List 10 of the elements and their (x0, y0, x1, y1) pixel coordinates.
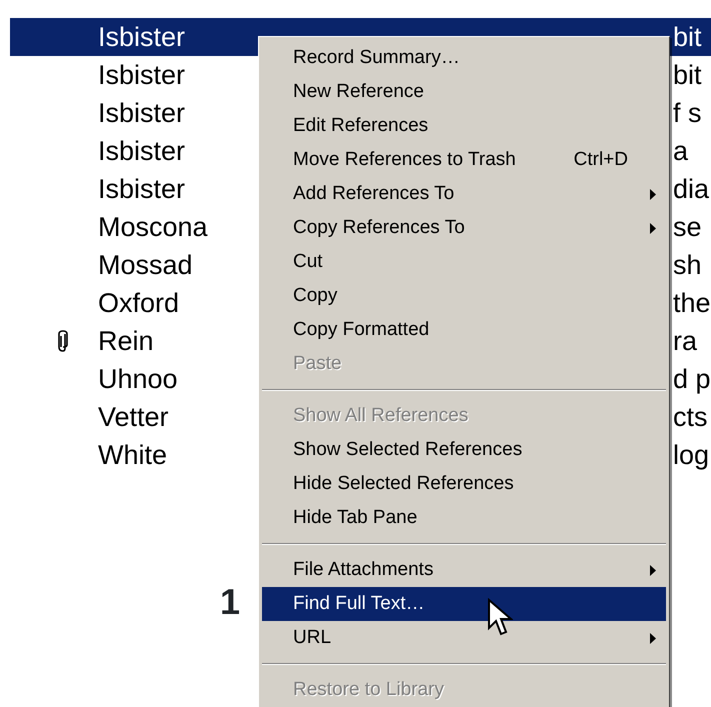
title-text: d p (673, 366, 711, 392)
title-text: bit (673, 62, 702, 88)
author-text: Isbister (98, 62, 186, 88)
title-text: bit (673, 24, 702, 50)
author-text: Rein (98, 328, 154, 354)
author-text: Uhnoo (98, 366, 178, 392)
author-text: Isbister (98, 24, 186, 50)
step-number: 1 (220, 584, 240, 620)
title-text: ra (673, 328, 698, 354)
shortcut-text: Ctrl+D (574, 148, 629, 172)
